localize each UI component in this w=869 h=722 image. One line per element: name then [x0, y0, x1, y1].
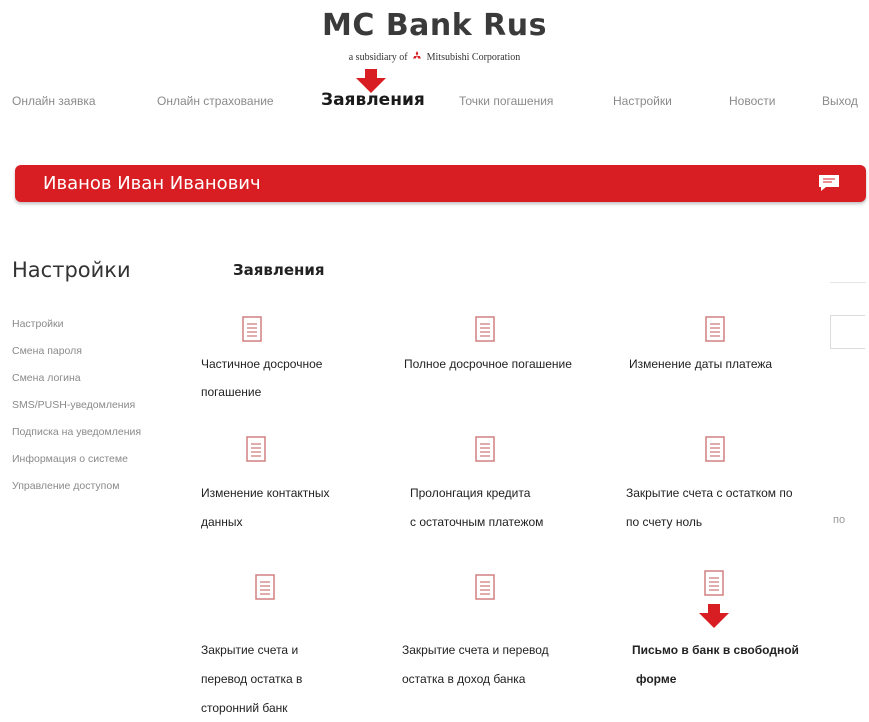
tile-label: Закрытие счета с остатком по [626, 486, 793, 500]
nav-applications[interactable]: Заявления [321, 90, 425, 110]
document-icon [475, 316, 495, 342]
user-bar: Иванов Иван Иванович [15, 165, 866, 202]
tile-label: Частичное досрочное [201, 357, 323, 371]
tile-free-form-letter[interactable]: Письмо в банк в свободной форме [632, 570, 832, 695]
sidebar-item-change-login[interactable]: Смена логина [12, 372, 141, 399]
tile-label: по счету ноль [626, 515, 703, 529]
tile-close-account-transfer-other-bank[interactable]: Закрытие счета и перевод остатка в сторо… [200, 574, 400, 719]
sidebar-item-settings[interactable]: Настройки [12, 318, 141, 345]
sidebar-item-change-password[interactable]: Смена пароля [12, 345, 141, 372]
side-input[interactable] [830, 315, 865, 349]
document-icon [242, 316, 262, 342]
pointer-arrow-icon [699, 604, 729, 628]
document-icon [705, 436, 725, 462]
tile-label: Изменение даты платежа [629, 357, 773, 371]
nav-logout[interactable]: Выход [822, 94, 858, 108]
nav-online-application[interactable]: Онлайн заявка [12, 94, 96, 108]
tile-label: Закрытие счета и перевод [402, 643, 549, 657]
sidebar-item-access-control[interactable]: Управление доступом [12, 480, 141, 507]
tile-label: данных [201, 515, 243, 529]
tile-loan-prolongation[interactable]: Пролонгация кредита с остаточным платежо… [410, 436, 610, 536]
tile-label: остатка в доход банка [402, 672, 526, 686]
document-icon [255, 574, 275, 600]
sidebar-heading: Настройки [12, 258, 131, 282]
page-title: Заявления [233, 261, 325, 279]
tile-label: Полное досрочное погашение [404, 357, 572, 371]
tile-label: Пролонгация кредита [410, 486, 531, 500]
document-icon [475, 436, 495, 462]
tile-partial-early-repayment[interactable]: Частичное досрочное погашение [200, 316, 400, 416]
tile-label: Изменение контактных [201, 486, 330, 500]
tile-label: перевод остатка в [201, 672, 303, 686]
nav-news[interactable]: Новости [729, 94, 775, 108]
tile-close-account-zero-balance[interactable]: Закрытие счета с остатком по по счету но… [626, 436, 831, 536]
tile-change-payment-date[interactable]: Изменение даты платежа [629, 316, 829, 416]
brand-title: MC Bank Rus [322, 8, 547, 43]
brand-subtitle-company: Mitsubishi Corporation [426, 52, 521, 63]
user-name: Иванов Иван Иванович [43, 173, 261, 194]
divider [830, 282, 866, 283]
tile-change-contact-data[interactable]: Изменение контактных данных [200, 436, 400, 536]
brand-subtitle: a subsidiary of Mitsubishi Corporation [0, 51, 869, 63]
sidebar-item-sms-push[interactable]: SMS/PUSH-уведомления [12, 399, 141, 426]
right-stub-text: по [833, 514, 846, 526]
chat-bubble-icon[interactable] [818, 174, 840, 192]
tile-label: с остаточным платежом [410, 515, 544, 529]
sidebar-menu: Настройки Смена пароля Смена логина SMS/… [12, 318, 141, 507]
tile-close-account-transfer-bank-income[interactable]: Закрытие счета и перевод остатка в доход… [402, 574, 602, 694]
mitsubishi-logo-icon [413, 51, 422, 59]
tile-full-early-repayment[interactable]: Полное досрочное погашение [404, 316, 619, 416]
tile-label: Закрытие счета и [201, 643, 299, 657]
document-icon [475, 574, 495, 600]
tile-label: сторонний банк [201, 701, 288, 715]
sidebar-item-subscriptions[interactable]: Подписка на уведомления [12, 426, 141, 453]
top-nav: Онлайн заявка Онлайн страхование Заявлен… [0, 84, 869, 120]
tile-label: погашение [201, 385, 262, 399]
document-icon [246, 436, 266, 462]
nav-settings[interactable]: Настройки [613, 94, 672, 108]
nav-online-insurance[interactable]: Онлайн страхование [157, 94, 274, 108]
nav-repayment-points[interactable]: Точки погашения [459, 94, 553, 108]
tile-label: форме [636, 672, 677, 686]
sidebar-item-system-info[interactable]: Информация о системе [12, 453, 141, 480]
document-icon [705, 316, 725, 342]
brand-subtitle-prefix: a subsidiary of [348, 52, 408, 63]
document-icon [704, 570, 724, 596]
tile-label: Письмо в банк в свободной [632, 643, 799, 657]
